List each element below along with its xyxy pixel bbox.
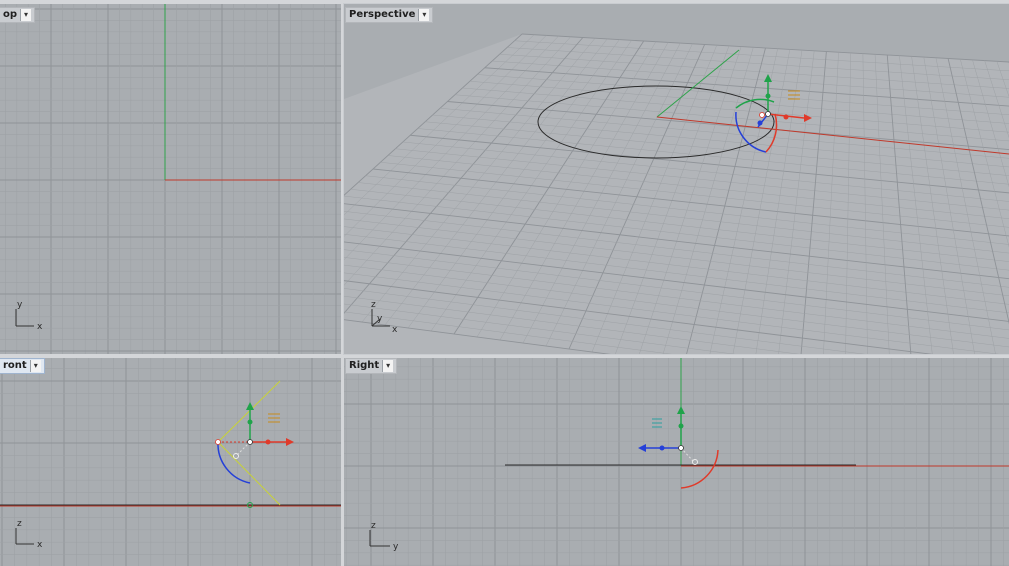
viewport-title-text: op <box>3 9 18 20</box>
viewport-title-right[interactable]: Right ▾ <box>345 358 398 374</box>
grid <box>0 358 341 566</box>
axis-indicator: y x <box>15 300 43 332</box>
viewport-perspective[interactable]: Perspective ▾ z y x <box>343 3 1009 355</box>
axis-letter-y: y <box>377 314 383 324</box>
axis-indicator: z y <box>369 521 399 552</box>
viewport-title-top[interactable]: op ▾ <box>0 7 36 23</box>
front-canvas[interactable]: z x <box>0 358 341 566</box>
top-canvas[interactable]: y x <box>0 4 341 354</box>
perspective-canvas[interactable]: z y x <box>344 4 1009 354</box>
gumball-gizmo[interactable] <box>215 380 295 508</box>
viewport-title-text: Perspective <box>349 9 416 20</box>
chevron-down-icon[interactable]: ▾ <box>418 9 430 21</box>
axis-letter-x: x <box>37 540 43 550</box>
viewport-top[interactable]: op ▾ y x <box>0 4 341 354</box>
axis-letter-x: x <box>37 322 43 332</box>
viewport-right[interactable]: Right ▾ z y <box>344 358 1009 566</box>
viewport-title-front[interactable]: ront ▾ <box>0 358 45 374</box>
axis-letter-z: z <box>371 521 376 531</box>
viewport-title-perspective[interactable]: Perspective ▾ <box>345 7 434 23</box>
chevron-down-icon[interactable]: ▾ <box>20 9 32 21</box>
viewport-front[interactable]: ront ▾ z x <box>0 358 341 566</box>
grid <box>344 358 1009 566</box>
grid <box>0 4 341 354</box>
axis-letter-x: x <box>392 325 398 335</box>
axis-letter-z: z <box>371 300 376 310</box>
viewport-title-text: Right <box>349 360 380 371</box>
chevron-down-icon[interactable]: ▾ <box>382 360 394 372</box>
axis-letter-z: z <box>17 519 22 529</box>
chevron-down-icon[interactable]: ▾ <box>29 360 41 372</box>
axis-letter-y: y <box>393 542 399 552</box>
axis-letter-y: y <box>17 300 23 310</box>
viewport-title-text: ront <box>3 360 27 371</box>
right-canvas[interactable]: z y <box>344 358 1009 566</box>
